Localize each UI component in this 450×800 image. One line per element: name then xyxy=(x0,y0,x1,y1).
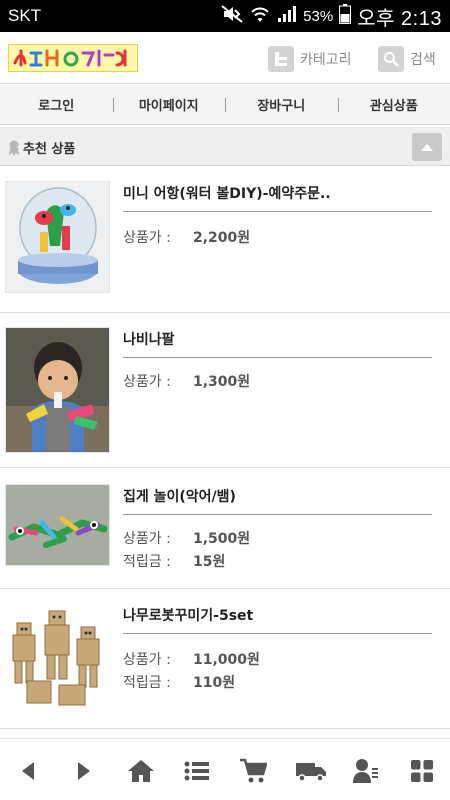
status-bar: SKT 53% 오후 2:13 xyxy=(0,0,450,32)
price-value: 1,500원 xyxy=(193,531,251,547)
product-list: 미니 어항(워터 볼DIY)-예약주문.. 상품가 : 2,200원 나비나팔 … xyxy=(0,167,450,729)
divider xyxy=(123,633,432,634)
category-label: 카테고리 xyxy=(300,52,352,68)
product-image[interactable] xyxy=(5,181,110,293)
nav-cart[interactable]: 장바구니 xyxy=(225,85,338,124)
status-carrier: SKT xyxy=(8,6,42,25)
price-value: 1,300원 xyxy=(193,374,251,390)
main-nav: 로그인 마이페이지 장바구니 관심상품 xyxy=(0,85,450,125)
product-name[interactable]: 나무로봇꾸미기-5set xyxy=(123,605,253,625)
site-logo[interactable] xyxy=(8,44,138,72)
product-item[interactable]: 집게 놀이(악어/뱀) 상품가 : 1,500원 적립금 : 15원 xyxy=(0,468,450,589)
page: SKT 53% 오후 2:13 카테고리 검색 로그인 마이페이지 장바구니 관… xyxy=(0,0,450,800)
price-value: 11,000원 xyxy=(193,652,260,668)
mute-icon xyxy=(221,5,243,27)
grid-menu-icon[interactable] xyxy=(408,757,436,785)
search-icon xyxy=(378,46,404,72)
site-header: 카테고리 검색 xyxy=(0,32,450,84)
price-row: 상품가 : 1,500원 xyxy=(123,528,250,548)
price-label: 상품가 : xyxy=(123,374,171,390)
cart-icon[interactable] xyxy=(239,757,267,785)
points-value: 15원 xyxy=(193,554,226,570)
scroll-top-button[interactable] xyxy=(412,133,442,161)
back-arrow-icon[interactable] xyxy=(14,757,42,785)
product-name[interactable]: 집게 놀이(악어/뱀) xyxy=(123,486,236,506)
delivery-truck-icon[interactable] xyxy=(294,757,328,785)
ribbon-icon xyxy=(8,140,20,160)
product-item[interactable]: 나비나팔 상품가 : 1,300원 xyxy=(0,313,450,468)
status-icons: 53% 오후 2:13 xyxy=(221,3,442,30)
price-label: 상품가 : xyxy=(123,652,171,668)
price-row: 상품가 : 1,300원 xyxy=(123,371,250,391)
product-item[interactable]: 나무로봇꾸미기-5set 상품가 : 11,000원 적립금 : 110원 xyxy=(0,589,450,729)
product-item[interactable]: 미니 어항(워터 볼DIY)-예약주문.. 상품가 : 2,200원 xyxy=(0,167,450,313)
search-label: 검색 xyxy=(410,52,436,68)
logo-artwork xyxy=(9,45,137,71)
search-button[interactable]: 검색 xyxy=(378,46,436,72)
my-account-icon[interactable] xyxy=(352,757,380,785)
list-icon[interactable] xyxy=(183,757,211,785)
price-row: 상품가 : 2,200원 xyxy=(123,227,250,247)
recommended-section-header: 추천 상품 xyxy=(0,126,450,166)
points-label: 적립금 : xyxy=(123,675,171,691)
divider xyxy=(123,211,432,212)
nav-login[interactable]: 로그인 xyxy=(0,85,113,124)
divider xyxy=(123,357,432,358)
bottom-toolbar xyxy=(0,738,450,800)
battery-icon xyxy=(339,4,352,28)
chevron-up-icon xyxy=(419,138,435,157)
category-button[interactable]: 카테고리 xyxy=(268,46,352,72)
product-image[interactable] xyxy=(5,327,110,453)
category-icon xyxy=(268,46,294,72)
product-name[interactable]: 미니 어항(워터 볼DIY)-예약주문.. xyxy=(123,183,331,203)
product-name[interactable]: 나비나팔 xyxy=(123,329,175,349)
section-title: 추천 상품 xyxy=(23,142,76,157)
product-image[interactable] xyxy=(5,484,110,566)
home-icon[interactable] xyxy=(127,757,155,785)
price-label: 상품가 : xyxy=(123,230,171,246)
forward-arrow-icon[interactable] xyxy=(70,757,98,785)
divider xyxy=(123,514,432,515)
price-label: 상품가 : xyxy=(123,531,171,547)
price-value: 2,200원 xyxy=(193,230,251,246)
wifi-icon xyxy=(249,5,271,27)
points-row: 적립금 : 110원 xyxy=(123,672,235,692)
points-value: 110원 xyxy=(193,675,236,691)
product-image[interactable] xyxy=(5,605,110,713)
signal-icon xyxy=(277,5,297,27)
nav-mypage[interactable]: 마이페이지 xyxy=(112,85,226,124)
price-row: 상품가 : 11,000원 xyxy=(123,649,260,669)
battery-percent: 53% xyxy=(303,7,334,25)
points-row: 적립금 : 15원 xyxy=(123,551,225,571)
points-label: 적립금 : xyxy=(123,554,171,570)
nav-wishlist[interactable]: 관심상품 xyxy=(337,85,450,124)
status-time: 오후 2:13 xyxy=(357,7,442,30)
